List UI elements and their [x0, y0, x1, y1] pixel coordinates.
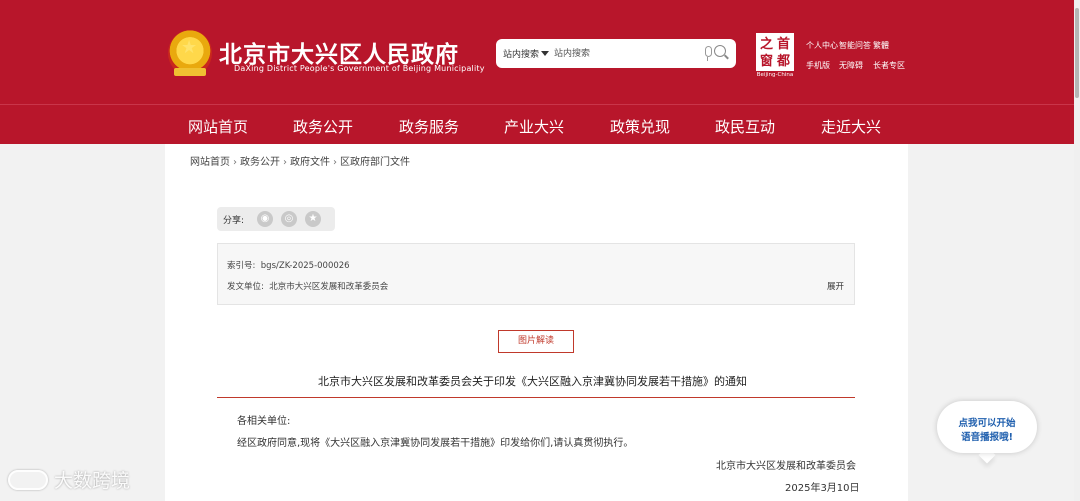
document-meta-box [217, 243, 855, 305]
watermark-text: 大数跨境 [54, 470, 131, 492]
caret-down-icon[interactable] [541, 51, 549, 56]
search-input[interactable] [554, 45, 694, 62]
document-title: 北京市大兴区发展和改革委员会关于印发《大兴区融入京津冀协同发展若干措施》的通知 [318, 375, 747, 388]
share-label: 分享: [223, 216, 245, 226]
star-icon: ★ [181, 37, 198, 58]
national-emblem-icon[interactable]: ★ [168, 30, 212, 76]
traditional-chinese-link[interactable]: 繁體 [873, 40, 889, 51]
watermark-logo-icon [8, 470, 48, 490]
search-scope-select[interactable]: 站内搜索 [503, 47, 539, 60]
logo-char: 首 [777, 37, 791, 52]
nav-item-gov-affairs-open[interactable]: 政务公开 [293, 116, 353, 137]
document-salutation: 各相关单位: [237, 416, 291, 427]
wechat-share-icon[interactable]: ◉ [257, 211, 273, 227]
breadcrumb-gov-affairs[interactable]: 政务公开 [240, 157, 280, 168]
logo-char: 窗 [760, 54, 774, 69]
logo-char: 都 [777, 54, 791, 69]
image-interpretation-button[interactable]: 图片解读 [498, 330, 574, 353]
nav-item-about-daxing[interactable]: 走近大兴 [821, 116, 881, 137]
accessibility-link[interactable]: 无障碍 [839, 60, 863, 71]
microphone-icon[interactable] [705, 46, 712, 57]
document-body: 经区政府同意,现将《大兴区融入京津冀协同发展若干措施》印发给你们,请认真贯彻执行… [237, 438, 634, 449]
capital-window-logo[interactable]: 之 首 窗 都 Beijing-China [754, 33, 796, 80]
page-scrollbar[interactable] [1074, 0, 1080, 501]
nav-item-interaction[interactable]: 政民互动 [715, 116, 775, 137]
nav-item-home[interactable]: 网站首页 [188, 116, 248, 137]
elder-zone-link[interactable]: 长者专区 [873, 60, 905, 71]
breadcrumb-home[interactable]: 网站首页 [190, 157, 230, 168]
voice-broadcast-widget[interactable]: 点我可以开始 语音播报哦! [937, 395, 1037, 467]
voice-widget-line2: 语音播报哦! [961, 432, 1013, 443]
document-signature: 北京市大兴区发展和改革委员会 [716, 461, 856, 472]
breadcrumb-dept-documents[interactable]: 区政府部门文件 [340, 157, 410, 168]
smart-qa-link[interactable]: 智能问答 [839, 40, 871, 51]
mobile-version-link[interactable]: 手机版 [806, 60, 830, 71]
title-divider [217, 397, 855, 398]
breadcrumb: 网站首页 › 政务公开 › 政府文件 › 区政府部门文件 [190, 157, 410, 168]
logo-char: 之 [760, 37, 774, 52]
nav-item-industry[interactable]: 产业大兴 [504, 116, 564, 137]
voice-widget-line1: 点我可以开始 [958, 418, 1016, 429]
breadcrumb-gov-documents[interactable]: 政府文件 [290, 157, 330, 168]
nav-item-policy[interactable]: 政策兑现 [610, 116, 670, 137]
index-number: 索引号: bgs/ZK-2025-000026 [227, 261, 350, 271]
document-date: 2025年3月10日 [785, 483, 860, 494]
favorite-star-icon[interactable]: ★ [305, 211, 321, 227]
issuing-unit: 发文单位: 北京市大兴区发展和改革委员会 [227, 282, 389, 292]
nav-item-gov-services[interactable]: 政务服务 [399, 116, 459, 137]
main-nav: 网站首页 政务公开 政务服务 产业大兴 政策兑现 政民互动 走近大兴 [0, 104, 1074, 144]
logo-caption: Beijing-China [756, 72, 794, 78]
search-icon[interactable] [714, 45, 726, 57]
search-box: 站内搜索 [496, 39, 736, 68]
site-subtitle: DaXing District People's Government of B… [234, 64, 485, 73]
scrollbar-thumb[interactable] [1075, 8, 1079, 98]
personal-center-link[interactable]: 个人中心 [806, 40, 838, 51]
expand-meta-button[interactable]: 展开 [827, 280, 844, 292]
weibo-share-icon[interactable]: ◎ [281, 211, 297, 227]
